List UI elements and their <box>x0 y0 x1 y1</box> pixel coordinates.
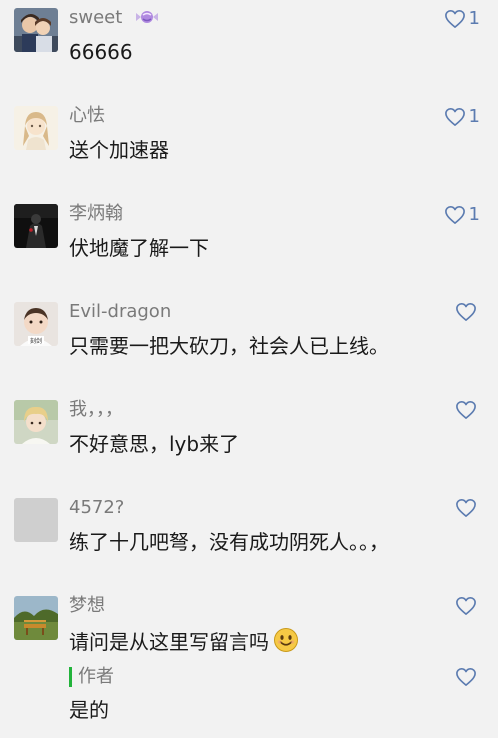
like-button[interactable]: 1 <box>444 204 480 226</box>
heart-icon <box>455 400 477 420</box>
comment-author[interactable]: Evil-dragon <box>69 301 171 323</box>
svg-text:刻剑: 刻剑 <box>30 337 42 345</box>
like-button[interactable] <box>455 596 480 616</box>
comment-text: 练了十几吧弩，没有成功阴死人。。， <box>69 530 389 554</box>
smiley-emoji-icon <box>273 627 299 659</box>
comment-author[interactable]: 梦想 <box>69 595 105 617</box>
comment-text: 伏地魔了解一下 <box>69 236 209 260</box>
heart-icon <box>455 302 477 322</box>
like-count: 1 <box>468 204 480 225</box>
comment-author[interactable]: 4572? <box>69 497 124 519</box>
comment-author-name: 梦想 <box>69 595 105 616</box>
candy-icon <box>134 9 160 31</box>
like-button[interactable] <box>455 498 480 518</box>
heart-icon <box>444 9 466 29</box>
heart-icon <box>444 205 466 225</box>
like-button[interactable] <box>455 400 480 420</box>
heart-icon <box>455 667 477 687</box>
comment-author-name: 4572? <box>69 497 125 518</box>
avatar[interactable]: 刻剑 <box>14 302 58 346</box>
avatar[interactable] <box>14 106 58 150</box>
like-button[interactable] <box>455 302 480 322</box>
comment-author[interactable]: sweet <box>69 7 160 31</box>
like-button[interactable]: 1 <box>444 106 480 128</box>
avatar[interactable] <box>14 596 58 640</box>
heart-icon <box>444 107 466 127</box>
reply-like-button[interactable] <box>455 667 480 687</box>
comment-text: 不好意思，lyb来了 <box>69 432 240 456</box>
avatar[interactable] <box>14 8 58 52</box>
avatar[interactable] <box>14 400 58 444</box>
like-count: 1 <box>468 106 480 127</box>
author-reply-marker <box>69 667 72 687</box>
heart-icon <box>455 596 477 616</box>
like-button[interactable]: 1 <box>444 8 480 30</box>
comment-author-name: Evil-dragon <box>69 301 172 322</box>
author-reply-text: 是的 <box>69 698 109 722</box>
comment-text: 请问是从这里写留言吗 <box>69 627 299 659</box>
avatar[interactable] <box>14 204 58 248</box>
comment-text: 66666 <box>69 40 133 64</box>
avatar[interactable] <box>14 498 58 542</box>
like-count: 1 <box>468 8 480 29</box>
comment-author[interactable]: 李炳翰 <box>69 203 123 225</box>
comment-author-name: 李炳翰 <box>69 203 123 224</box>
author-reply-label: 作者 <box>78 666 114 687</box>
comment-author-name: 心怯 <box>69 105 105 126</box>
comment-author[interactable]: 我，，， <box>69 399 123 421</box>
comment-author[interactable]: 心怯 <box>69 105 105 127</box>
comment-text: 送个加速器 <box>69 138 169 162</box>
comment-author-name: sweet <box>69 7 123 28</box>
heart-icon <box>455 498 477 518</box>
comment-author-name: 我，，， <box>69 399 123 420</box>
comment-text: 只需要一把大砍刀，社会人已上线。 <box>69 334 389 358</box>
